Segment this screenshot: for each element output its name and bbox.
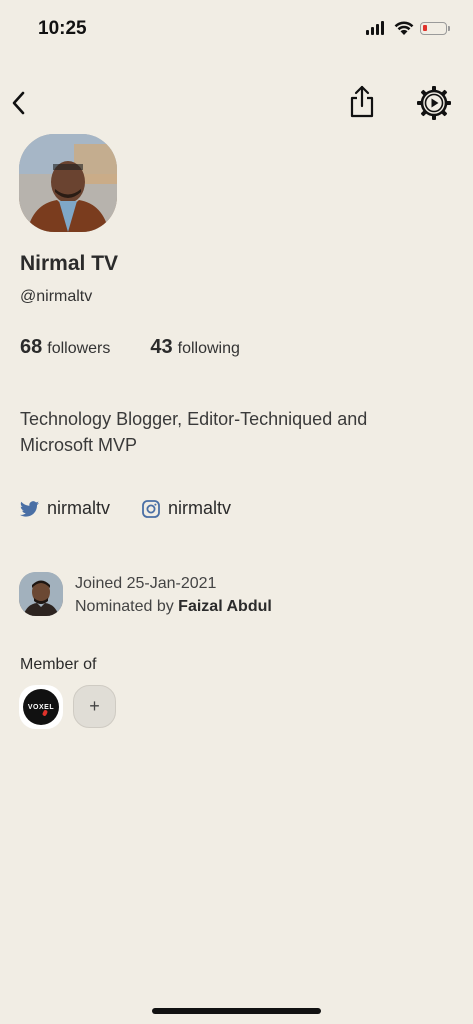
profile-name: Nirmal TV — [20, 252, 119, 275]
nominated-line: Nominated by Faizal Abdul — [75, 595, 272, 618]
nominated-prefix: Nominated by — [75, 598, 179, 615]
voxel-logo: VOXEL — [23, 689, 59, 725]
battery-icon — [420, 22, 450, 35]
member-of-label: Member of — [20, 656, 97, 673]
nominator-photo-icon — [19, 572, 63, 616]
add-club-button[interactable]: + — [73, 685, 116, 728]
nominator-avatar[interactable] — [19, 572, 63, 616]
twitter-handle: nirmaltv — [47, 498, 111, 518]
back-chevron-icon[interactable] — [6, 88, 34, 118]
follow-stats: 68 followers 43 following — [20, 336, 240, 359]
club-badge-voxel[interactable]: VOXEL — [19, 685, 63, 729]
profile-handle: @nirmaltv — [20, 288, 93, 305]
profile-bio: Technology Blogger, Editor-Techniqued an… — [20, 409, 368, 455]
home-indicator[interactable] — [152, 1008, 321, 1014]
profile-avatar[interactable] — [19, 134, 117, 232]
twitter-icon — [20, 500, 39, 517]
joined-date: Joined 25-Jan-2021 — [75, 575, 217, 592]
cellular-signal-icon — [366, 21, 384, 35]
voxel-logo-text: VOXEL — [27, 703, 55, 711]
instagram-icon — [142, 499, 160, 518]
followers-label: followers — [47, 340, 111, 357]
profile-photo-icon — [19, 134, 117, 232]
instagram-link[interactable]: nirmaltv — [142, 498, 231, 519]
share-icon[interactable] — [346, 84, 378, 120]
wifi-icon — [394, 21, 414, 35]
social-links: nirmaltv nirmaltv — [20, 498, 231, 519]
settings-gear-icon[interactable] — [416, 85, 452, 121]
status-time: 10:25 — [38, 18, 87, 39]
joined-info: Joined 25-Jan-2021 Nominated by Faizal A… — [75, 572, 272, 618]
following-link[interactable]: 43 following — [150, 336, 240, 359]
followers-count: 68 — [20, 336, 43, 358]
following-label: following — [177, 340, 240, 357]
twitter-link[interactable]: nirmaltv — [20, 498, 110, 519]
following-count: 43 — [150, 336, 173, 358]
followers-link[interactable]: 68 followers — [20, 336, 110, 359]
nominator-name[interactable]: Faizal Abdul — [178, 598, 272, 615]
instagram-handle: nirmaltv — [168, 498, 232, 518]
